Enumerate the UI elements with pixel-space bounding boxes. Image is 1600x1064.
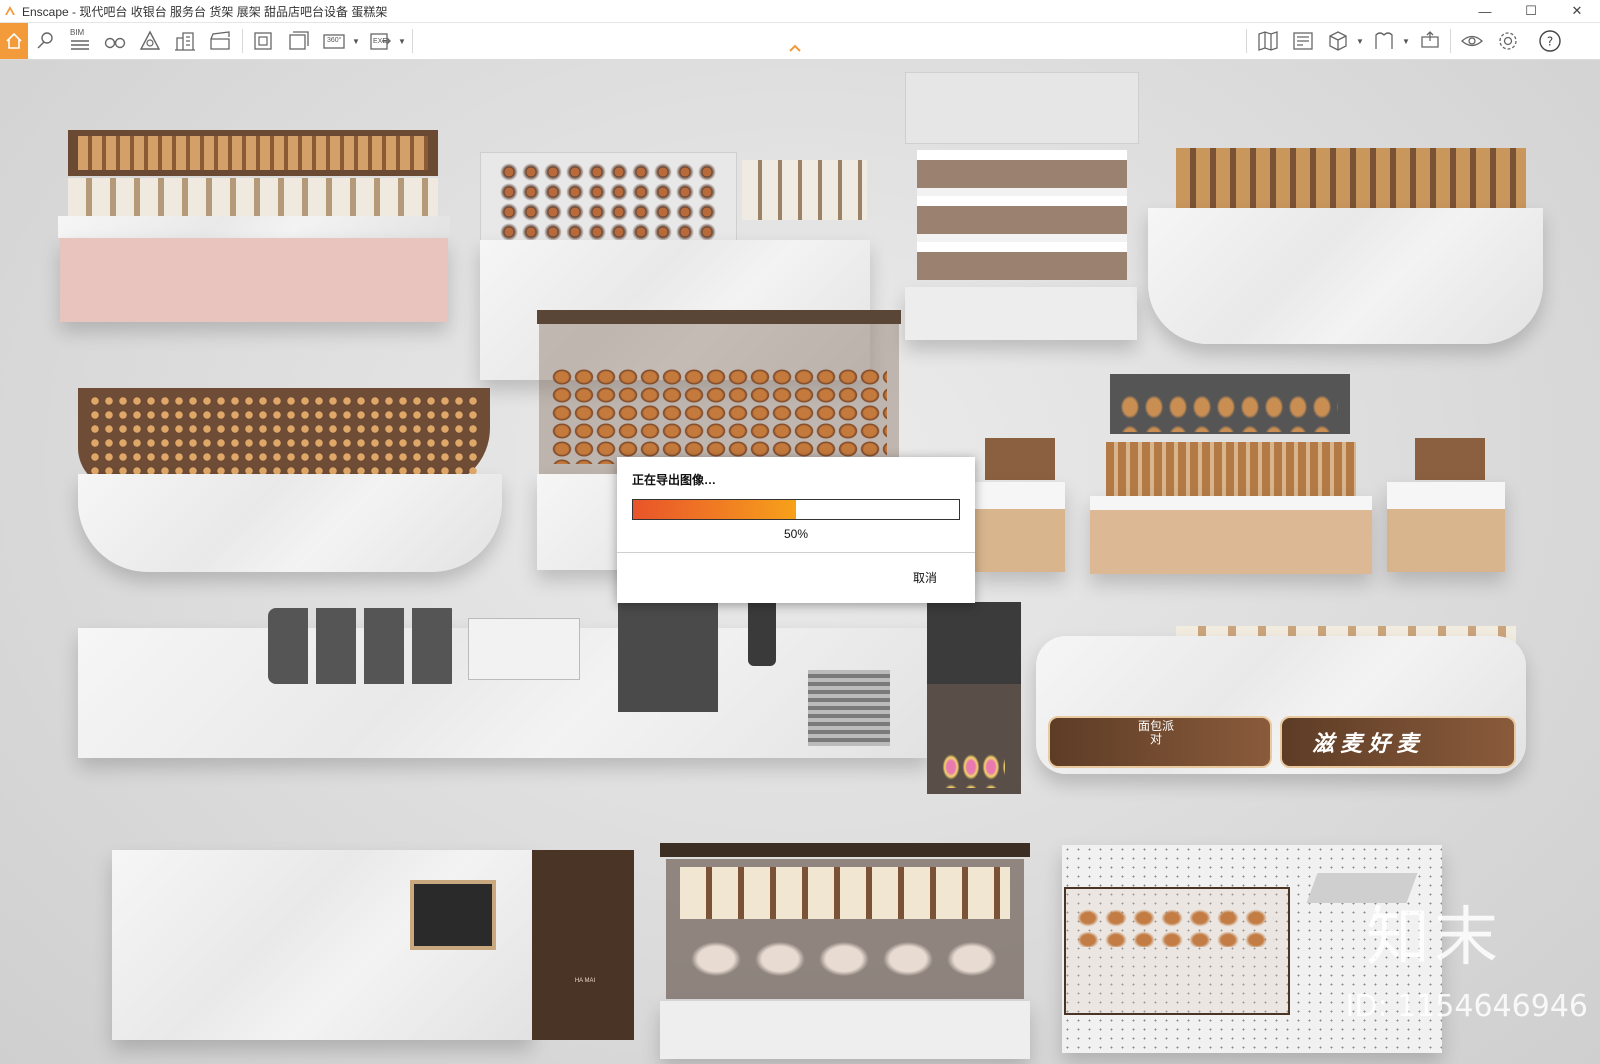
enscape-logo-icon: [5, 6, 15, 15]
cake-shelf-unit: [905, 72, 1139, 340]
visual-settings-icon: [1461, 35, 1483, 47]
help-button[interactable]: ?: [1538, 29, 1562, 53]
buildings-button[interactable]: [173, 29, 197, 53]
upload-button[interactable]: [1418, 29, 1442, 53]
cake-showcase: [660, 843, 1030, 1059]
panorama-button[interactable]: 360°: [322, 29, 346, 53]
side-kiosk-right: [1387, 400, 1505, 572]
panorama-label: 360°: [327, 37, 342, 44]
oval-bread-counter: [1148, 148, 1543, 344]
progress-percentage: 50%: [783, 527, 809, 541]
minimize-button[interactable]: —: [1462, 0, 1508, 22]
bread-rack-counter: [1090, 366, 1372, 574]
dialog-title: 正在导出图像…: [632, 473, 717, 487]
location-button[interactable]: [33, 29, 57, 53]
asset-library-button[interactable]: [1291, 29, 1315, 53]
ice-cream-machine: [927, 602, 1021, 794]
cube-dropdown-icon[interactable]: ▼: [1356, 37, 1364, 46]
cake-sign-counter: 面包派对 滋 麦 好 麦: [1036, 626, 1526, 774]
settings-icon: [1499, 32, 1517, 50]
toolbar-divider: [242, 29, 243, 53]
binoculars-icon: [104, 37, 126, 49]
cancel-button[interactable]: 取消: [913, 569, 937, 586]
cashier-counter: HA MAI: [112, 850, 642, 1064]
dialog-divider: [617, 552, 975, 553]
maximize-button[interactable]: ☐: [1508, 0, 1554, 22]
clapper-icon: [210, 31, 230, 50]
cube-button[interactable]: [1326, 29, 1350, 53]
donut-shelf-cabinet: [58, 130, 450, 322]
toolbar-divider: [1450, 29, 1451, 53]
watermark-id: ID: 1154646946: [1345, 989, 1588, 1024]
collapse-toolbar-icon[interactable]: [788, 43, 802, 53]
asset-library-icon: [1293, 32, 1313, 50]
toolbar-divider: [412, 29, 413, 53]
sign-left-text: 面包派对: [1137, 719, 1174, 746]
perspective-button[interactable]: [138, 29, 162, 53]
map-icon: [1258, 31, 1278, 51]
cube-icon: [1329, 31, 1347, 51]
screenshot-icon: [254, 32, 272, 50]
title-bar: Enscape - 现代吧台 收银台 服务台 货架 展架 甜品店吧台设备 蛋糕架…: [0, 0, 1600, 23]
perspective-icon: [139, 30, 161, 50]
window-controls: — ☐ ✕: [1462, 0, 1600, 22]
material-dropdown-icon[interactable]: ▼: [1402, 37, 1410, 46]
screenshot-button[interactable]: [251, 29, 275, 53]
export-progress-dialog: 正在导出图像… 50% 取消: [617, 457, 975, 603]
material-icon: [1375, 32, 1393, 49]
progress-bar: [632, 499, 960, 520]
cabinet-brand-text: HA MAI: [574, 978, 596, 984]
close-button[interactable]: ✕: [1554, 0, 1600, 22]
help-icon: ?: [1539, 30, 1561, 52]
settings-button[interactable]: [1496, 29, 1520, 53]
progress-bar-fill: [633, 500, 796, 519]
material-button[interactable]: [1372, 29, 1396, 53]
binoculars-button[interactable]: [103, 29, 127, 53]
upload-icon: [1421, 31, 1439, 48]
home-icon: [6, 32, 22, 49]
window-title: Enscape - 现代吧台 收银台 服务台 货架 展架 甜品店吧台设备 蛋糕架: [22, 4, 388, 19]
toolbar: BIM 360° ▼ EXE ▼ ▼ ▼ ?: [0, 23, 1600, 60]
bim-button[interactable]: BIM: [68, 28, 92, 53]
side-kiosk-left: [975, 400, 1065, 572]
batch-render-button[interactable]: [287, 29, 311, 53]
batch-render-icon: [289, 31, 309, 50]
map-button[interactable]: [1256, 29, 1280, 53]
equipment-counter: [78, 598, 928, 758]
visual-settings-button[interactable]: [1460, 29, 1484, 53]
exe-dropdown-icon[interactable]: ▼: [398, 37, 406, 46]
video-editor-button[interactable]: [208, 29, 232, 53]
watermark-brand: 知末: [1366, 901, 1502, 975]
home-button[interactable]: [0, 23, 28, 59]
exe-export-button[interactable]: EXE: [368, 29, 392, 53]
panorama-dropdown-icon[interactable]: ▼: [352, 37, 360, 46]
svg-text:?: ?: [1547, 35, 1553, 49]
toolbar-divider: [1246, 29, 1247, 53]
oval-pastry-counter: [78, 364, 502, 572]
bim-label: BIM: [70, 28, 85, 37]
exe-label: EXE: [373, 38, 388, 45]
sign-right-text: 滋 麦 好 麦: [1312, 731, 1419, 756]
location-icon: [37, 32, 53, 49]
buildings-icon: [175, 32, 195, 51]
